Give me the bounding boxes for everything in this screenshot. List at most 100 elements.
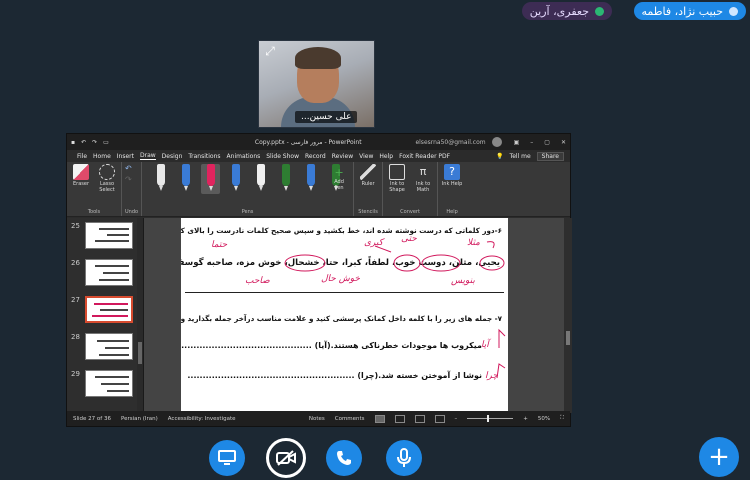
participant-chip-2[interactable]: جعفری، آرین bbox=[521, 2, 612, 20]
add-pen-button[interactable]: + Add Pen bbox=[329, 166, 349, 191]
lightbulb-icon: 💡 bbox=[496, 152, 504, 160]
pen-icon bbox=[256, 164, 265, 191]
ink-help-button[interactable]: ? Ink Help bbox=[441, 164, 463, 187]
slide-stage: ۶-دور کلماتی که درست نوشته شده اند، خط ب… bbox=[144, 218, 572, 413]
pen-icon bbox=[156, 164, 165, 191]
ruler-button[interactable]: Ruler bbox=[357, 164, 379, 187]
window-title: Copy.pptx - مرور فارسی - PowerPoint bbox=[254, 138, 362, 146]
tab-review[interactable]: Review bbox=[332, 153, 353, 160]
tab-foxit[interactable]: Foxit Reader PDF bbox=[399, 153, 450, 160]
tab-animations[interactable]: Animations bbox=[227, 153, 261, 160]
webcam-name-label: علی حسین... bbox=[295, 111, 358, 123]
slide-canvas[interactable]: ۶-دور کلماتی که درست نوشته شده اند، خط ب… bbox=[181, 218, 508, 413]
participant-chip-1[interactable]: حبیب نژاد، فاطمه bbox=[633, 2, 746, 20]
present-icon[interactable]: ▭ bbox=[103, 139, 109, 146]
slide-thumbnail[interactable]: 28 bbox=[71, 333, 137, 360]
window-controls: ▣ – ▢ ✕ bbox=[514, 139, 566, 146]
pen-tool[interactable] bbox=[151, 164, 170, 194]
draw-ribbon: Eraser Lasso Select Tools ↶ ↷ Undo Pens … bbox=[67, 162, 570, 217]
slide-scrollbar[interactable] bbox=[564, 218, 572, 413]
close-icon[interactable]: ✕ bbox=[561, 139, 566, 146]
slide-thumbnail[interactable]: 25 bbox=[71, 222, 137, 249]
presence-dot bbox=[595, 6, 604, 16]
lasso-select-button[interactable]: Lasso Select bbox=[96, 164, 118, 193]
slideshow-view-icon[interactable] bbox=[434, 414, 445, 423]
pen-tool[interactable] bbox=[226, 164, 245, 194]
language-indicator[interactable]: Persian (Iran) bbox=[121, 416, 158, 422]
expand-icon[interactable]: ⤢ bbox=[263, 44, 277, 58]
save-icon[interactable]: ▪ bbox=[71, 139, 75, 146]
tab-home[interactable]: Home bbox=[93, 153, 111, 160]
tab-design[interactable]: Design bbox=[162, 153, 183, 160]
camera-off-button[interactable] bbox=[266, 438, 306, 478]
ink-to-math-button[interactable]: π Ink to Math bbox=[412, 164, 434, 193]
tab-view[interactable]: View bbox=[359, 153, 373, 160]
share-button[interactable]: Share bbox=[536, 151, 564, 161]
pens-group-label: Pens bbox=[241, 209, 254, 215]
ink-circle bbox=[393, 254, 421, 272]
help-group-label: Help bbox=[446, 209, 458, 215]
ruler-icon bbox=[360, 164, 377, 180]
zoom-in-icon[interactable]: + bbox=[523, 416, 528, 422]
tab-insert[interactable]: Insert bbox=[117, 153, 134, 160]
accessibility-status[interactable]: Accessibility: Investigate bbox=[168, 416, 236, 422]
notes-button[interactable]: Notes bbox=[309, 416, 325, 422]
tab-slide-show[interactable]: Slide Show bbox=[266, 153, 299, 160]
tab-record[interactable]: Record bbox=[305, 153, 326, 160]
microphone-button[interactable] bbox=[386, 440, 422, 476]
thumbnail-scrollbar[interactable] bbox=[137, 218, 143, 413]
minimize-icon[interactable]: – bbox=[530, 139, 533, 146]
shape-icon bbox=[389, 164, 406, 180]
lasso-icon bbox=[99, 164, 115, 180]
pen-icon bbox=[231, 164, 240, 191]
zoom-out-icon[interactable]: – bbox=[455, 416, 458, 422]
editor-area: 25 26 27 28 29 ۶-دور کلماتی که درست نوشت… bbox=[67, 218, 572, 413]
ink-circle bbox=[284, 254, 326, 272]
ink-to-shape-button[interactable]: Ink to Shape bbox=[386, 164, 408, 193]
ink-circles bbox=[284, 241, 506, 379]
normal-view-icon[interactable] bbox=[374, 414, 385, 423]
ribbon-display-icon[interactable]: ▣ bbox=[514, 139, 520, 146]
pen-tool[interactable] bbox=[276, 164, 295, 194]
pen-icon bbox=[306, 164, 315, 191]
tab-help[interactable]: Help bbox=[379, 153, 393, 160]
tab-transitions[interactable]: Transitions bbox=[188, 153, 220, 160]
account-email[interactable]: elsesrna50@gmail.com bbox=[415, 139, 485, 146]
presence-dot bbox=[729, 6, 738, 16]
zoom-slider[interactable] bbox=[467, 415, 514, 422]
add-button[interactable]: + bbox=[699, 437, 739, 477]
comments-button[interactable]: Comments bbox=[335, 416, 365, 422]
ink-stroke bbox=[486, 241, 495, 249]
powerpoint-window: ▪ ↶ ↷ ▭ Copy.pptx - مرور فارسی - PowerPo… bbox=[66, 133, 572, 427]
undo-icon[interactable]: ↶ bbox=[125, 164, 132, 173]
ink-stroke bbox=[498, 328, 506, 348]
stencils-group: Ruler Stencils bbox=[354, 162, 384, 216]
undo-group: ↶ ↷ Undo bbox=[122, 162, 143, 216]
participant-name: حبیب نژاد، فاطمه bbox=[641, 4, 724, 18]
pen-tool[interactable] bbox=[251, 164, 270, 194]
slide-thumbnail-pane[interactable]: 25 26 27 28 29 bbox=[67, 218, 144, 413]
avatar[interactable] bbox=[491, 137, 502, 147]
end-call-button[interactable] bbox=[326, 440, 362, 476]
slide-thumbnail[interactable]: 29 bbox=[71, 370, 137, 397]
pen-tool[interactable] bbox=[176, 164, 195, 194]
redo-icon[interactable]: ↷ bbox=[125, 175, 132, 184]
microphone-icon bbox=[397, 448, 411, 467]
screen-share-button[interactable] bbox=[209, 440, 245, 476]
slide-thumbnail[interactable]: 26 bbox=[71, 259, 137, 286]
zoom-level[interactable]: 50% bbox=[538, 416, 550, 422]
reading-view-icon[interactable] bbox=[414, 414, 425, 423]
maximize-icon[interactable]: ▢ bbox=[544, 139, 550, 146]
slide-thumbnail-selected[interactable]: 27 bbox=[71, 296, 137, 323]
undo-icon[interactable]: ↶ bbox=[81, 139, 86, 146]
tab-draw[interactable]: Draw bbox=[139, 152, 156, 160]
pen-tool[interactable] bbox=[201, 164, 221, 194]
tell-me-field[interactable]: Tell me bbox=[510, 153, 531, 160]
webcam-tile[interactable]: ⤢ علی حسین... bbox=[258, 40, 375, 128]
fit-slide-icon[interactable]: ⛶ bbox=[560, 415, 564, 422]
pen-tool[interactable] bbox=[301, 164, 320, 194]
redo-icon[interactable]: ↷ bbox=[92, 139, 97, 146]
eraser-button[interactable]: Eraser bbox=[70, 164, 92, 187]
slide-sorter-icon[interactable] bbox=[394, 414, 405, 423]
tab-file[interactable]: File bbox=[77, 153, 87, 160]
